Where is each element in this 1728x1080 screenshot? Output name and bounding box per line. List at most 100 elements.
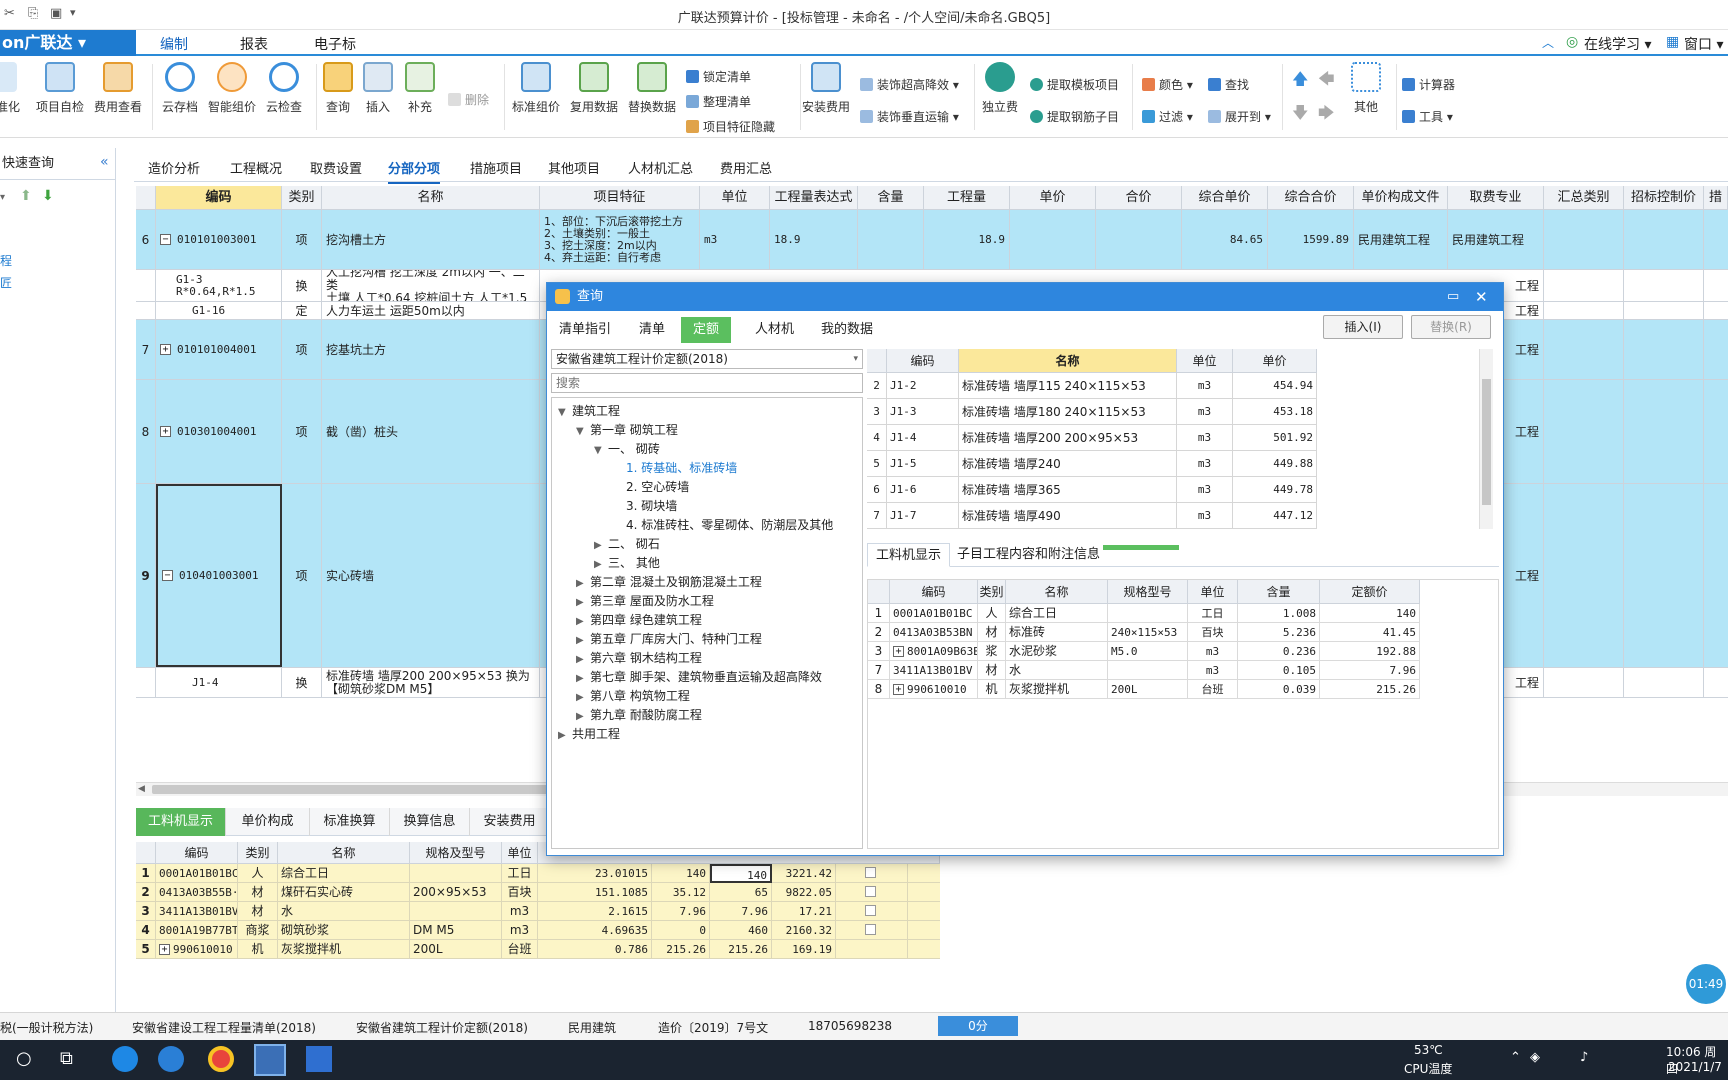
tree-node[interactable]: ▶ 第九章 耐酸防腐工程 <box>576 706 702 723</box>
row-check[interactable] <box>836 940 908 959</box>
row-name[interactable]: 截（凿）桩头 <box>322 380 540 483</box>
tab-cost-analysis[interactable]: 造价分析 <box>148 158 200 177</box>
tree-collapsed-icon[interactable]: ▶ <box>594 540 608 551</box>
sub-header-type[interactable]: 类别 <box>978 580 1006 604</box>
budget-app-icon[interactable] <box>254 1044 286 1076</box>
row-quota-price[interactable]: 7.96 <box>1320 661 1420 680</box>
table-row[interactable]: 5 +990610010 机灰浆搅拌机 200L 台班 0.786 215.26 215.26… <box>136 940 940 959</box>
row-name[interactable]: 灰浆搅拌机 <box>1006 680 1108 699</box>
quota-header-name[interactable]: 名称 <box>959 349 1177 373</box>
row-code[interactable]: J1-4 <box>156 668 282 697</box>
bottom-header-name[interactable]: 名称 <box>278 842 410 864</box>
tree-collapsed-icon[interactable]: ▶ <box>576 578 590 589</box>
tree-collapsed-icon[interactable]: ▶ <box>576 673 590 684</box>
sub-header-quota-price[interactable]: 定额价 <box>1320 580 1420 604</box>
cloud-check-button[interactable]: 云检查 <box>256 62 312 115</box>
table-row[interactable]: 8 +990610010 机灰浆搅拌机 200L 台班 0.039 215.26 <box>868 680 1420 699</box>
row-code[interactable]: J1-4 <box>887 425 959 451</box>
row-name[interactable]: 标准砖墙 墙厚490 <box>959 503 1177 529</box>
lock-list-button[interactable]: 锁定清单 <box>686 68 751 85</box>
row-content[interactable]: 0.039 <box>1238 680 1320 699</box>
other-button[interactable]: 其他 <box>1338 62 1394 115</box>
row-base-price[interactable]: 215.26 <box>652 940 710 959</box>
move-up-icon[interactable]: ⬆ <box>20 188 32 204</box>
row-code[interactable]: 0001A01B01BC <box>890 604 978 623</box>
row-quota-price[interactable]: 192.88 <box>1320 642 1420 661</box>
quota-search-input[interactable] <box>551 373 863 393</box>
grid-header-content[interactable]: 含量 <box>858 186 924 210</box>
standardize-button[interactable]: 标准化 <box>0 62 30 115</box>
row-market-price[interactable]: 7.96 <box>710 902 772 921</box>
row-name[interactable]: 标准砖墙 墙厚200 200×95×53 <box>959 425 1177 451</box>
project-selfcheck-button[interactable]: 项目自检 <box>32 62 88 115</box>
tree-expanded-icon[interactable]: ▼ <box>594 445 608 456</box>
tree-node[interactable]: ▶ 第四章 绿色建筑工程 <box>576 611 702 628</box>
dialog-tab-bill[interactable]: 清单 <box>627 317 677 343</box>
tab-fee-summary[interactable]: 费用汇总 <box>720 158 772 177</box>
row-code[interactable]: G1-3 R*0.64,R*1.5 <box>156 270 282 301</box>
row-expr[interactable]: 18.9 <box>770 210 858 269</box>
row-price[interactable]: 449.88 <box>1233 451 1317 477</box>
row-name[interactable]: 人力车运土 运距50m以内 <box>322 302 540 319</box>
row-content[interactable]: 0.105 <box>1238 661 1320 680</box>
task-view-icon[interactable]: ⧉ <box>60 1048 73 1069</box>
color-button[interactable]: 颜色 ▾ <box>1142 76 1193 93</box>
tree-node[interactable]: ▶ 第六章 钢木结构工程 <box>576 649 702 666</box>
tree-collapsed-icon[interactable]: ▶ <box>576 597 590 608</box>
row-market-price[interactable]: 65 <box>710 883 772 902</box>
row-unit[interactable]: m3 <box>1188 642 1238 661</box>
row-code[interactable]: J1-6 <box>887 477 959 503</box>
row-unit[interactable]: m3 <box>1177 399 1233 425</box>
grid-header-fee-spec[interactable]: 取费专业 <box>1448 186 1544 210</box>
tab-labor-display[interactable]: 工料机显示 <box>136 808 226 836</box>
scrollbar-thumb[interactable] <box>1482 379 1491 505</box>
tab-install-fee[interactable]: 安装费用 <box>470 808 550 836</box>
row-type[interactable]: 浆 <box>978 642 1006 661</box>
row-type[interactable]: 材 <box>978 661 1006 680</box>
table-row[interactable]: 4 J1-4 标准砖墙 墙厚200 200×95×53 m3 501.92 <box>867 425 1317 451</box>
expand-icon[interactable]: + <box>893 646 904 657</box>
smart-pricing-button[interactable]: 智能组价 <box>204 62 260 115</box>
row-price[interactable]: 447.12 <box>1233 503 1317 529</box>
row-code[interactable]: 0413A03B53BN <box>890 623 978 642</box>
dialog-tab-quota[interactable]: 定额 <box>681 317 732 343</box>
table-row[interactable]: 3 J1-3 标准砖墙 墙厚180 240×115×53 m3 453.18 <box>867 399 1317 425</box>
row-name[interactable]: 标准砖墙 墙厚240 <box>959 451 1177 477</box>
row-quota-price[interactable]: 41.45 <box>1320 623 1420 642</box>
sub-header-code[interactable]: 编码 <box>890 580 978 604</box>
grid-header-measure[interactable]: 措 <box>1704 186 1728 210</box>
tree-collapsed-icon[interactable]: ▶ <box>558 730 572 741</box>
window-menu-button[interactable]: 窗口 ▾ <box>1684 34 1723 54</box>
row-code[interactable]: +990610010 <box>890 680 978 699</box>
sub-header-unit[interactable]: 单位 <box>1188 580 1238 604</box>
library-select[interactable]: 安徽省建筑工程计价定额(2018) ▾ <box>551 349 863 369</box>
network-icon[interactable]: ◈ <box>1530 1050 1540 1065</box>
bottom-header-unit[interactable]: 单位 <box>502 842 538 864</box>
tree-node[interactable]: 4. 标准砖柱、零星砌体、防潮层及其他 <box>626 516 833 533</box>
row-name[interactable]: 标准砖墙 墙厚365 <box>959 477 1177 503</box>
decor-transport-button[interactable]: 装饰垂直运输 ▾ <box>860 108 959 125</box>
grid-header-unit[interactable]: 单位 <box>700 186 770 210</box>
expand-icon[interactable]: + <box>159 944 170 955</box>
row-feature[interactable]: 1、部位：下沉后滚带挖土方 2、土壤类别：一般土 3、挖土深度：2m以内 4、弃… <box>540 210 700 269</box>
tree-expanded-icon[interactable]: ▼ <box>558 407 572 418</box>
row-quota-price[interactable]: 140 <box>1320 604 1420 623</box>
row-check[interactable] <box>836 864 908 883</box>
timer-badge[interactable]: 01:49 <box>1686 964 1726 1004</box>
grid-header-total-price[interactable]: 综合合价 <box>1268 186 1354 210</box>
clock-date[interactable]: 2021/1/7 <box>1668 1060 1722 1074</box>
table-row[interactable]: 6 −010101003001 项 挖沟槽土方 1、部位：下沉后滚带挖土方 2、… <box>136 210 1728 270</box>
tree-node[interactable]: ▼ 一、 砌砖 <box>594 440 660 457</box>
row-amount[interactable]: 169.19 <box>772 940 836 959</box>
grid-header-expr[interactable]: 工程量表达式 <box>770 186 858 210</box>
grid-header-feature[interactable]: 项目特征 <box>540 186 700 210</box>
tree-collapsed-icon[interactable]: ▶ <box>576 692 590 703</box>
row-spec[interactable] <box>1108 604 1188 623</box>
row-name[interactable]: 标准砖墙 墙厚180 240×115×53 <box>959 399 1177 425</box>
row-type[interactable]: 人 <box>978 604 1006 623</box>
online-learning-button[interactable]: 在线学习 ▾ <box>1584 34 1651 54</box>
row-check[interactable] <box>836 883 908 902</box>
row-price[interactable]: 449.78 <box>1233 477 1317 503</box>
row-check[interactable] <box>836 921 908 940</box>
row-content[interactable]: 1.008 <box>1238 604 1320 623</box>
